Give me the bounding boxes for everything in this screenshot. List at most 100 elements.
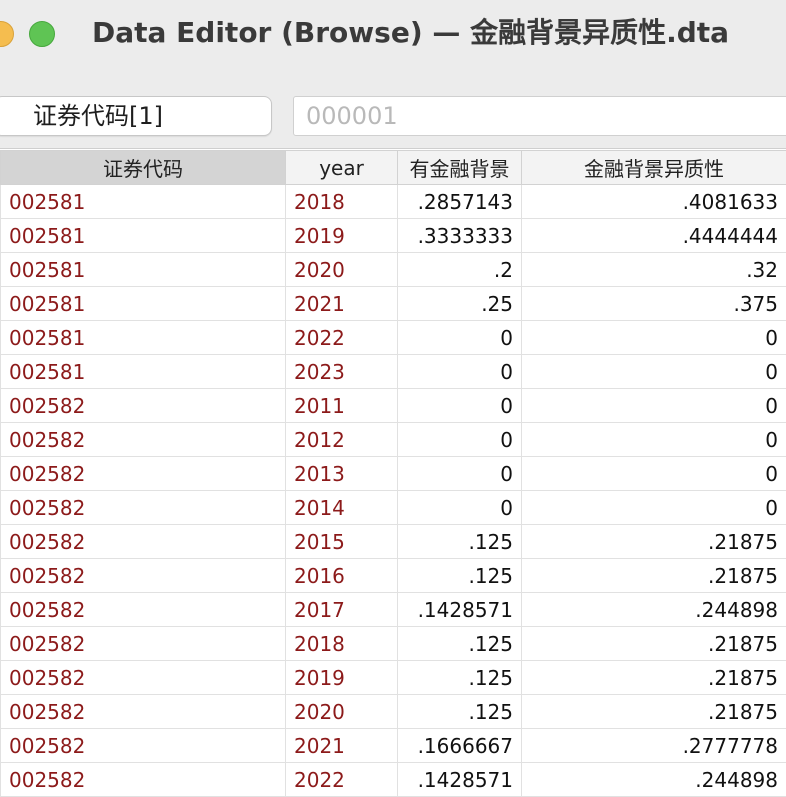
table-row[interactable]: 002581202300 <box>1 355 786 389</box>
cell-has-financial-background[interactable]: .25 <box>398 287 522 321</box>
cell-year[interactable]: 2015 <box>286 525 398 559</box>
table-row[interactable]: 002582201200 <box>1 423 786 457</box>
cell-financial-background-heterogeneity[interactable]: .4081633 <box>522 185 786 219</box>
cell-has-financial-background[interactable]: .125 <box>398 559 522 593</box>
cell-securities-code[interactable]: 002582 <box>1 525 286 559</box>
cell-year[interactable]: 2020 <box>286 695 398 729</box>
cell-year[interactable]: 2012 <box>286 423 398 457</box>
cell-securities-code[interactable]: 002582 <box>1 423 286 457</box>
cell-financial-background-heterogeneity[interactable]: .21875 <box>522 661 786 695</box>
cell-year[interactable]: 2023 <box>286 355 398 389</box>
cell-year[interactable]: 2014 <box>286 491 398 525</box>
cell-financial-background-heterogeneity[interactable]: .244898 <box>522 593 786 627</box>
table-row[interactable]: 0025822018.125.21875 <box>1 627 786 661</box>
cell-year[interactable]: 2017 <box>286 593 398 627</box>
cell-financial-background-heterogeneity[interactable]: 0 <box>522 321 786 355</box>
cell-year[interactable]: 2021 <box>286 287 398 321</box>
column-header-has-financial-background[interactable]: 有金融背景 <box>398 151 522 185</box>
cell-has-financial-background[interactable]: 0 <box>398 423 522 457</box>
cell-financial-background-heterogeneity[interactable]: 0 <box>522 389 786 423</box>
zoom-window-button[interactable] <box>29 21 55 47</box>
cell-has-financial-background[interactable]: .3333333 <box>398 219 522 253</box>
cell-securities-code[interactable]: 002582 <box>1 763 286 797</box>
cell-securities-code[interactable]: 002582 <box>1 457 286 491</box>
cell-year[interactable]: 2021 <box>286 729 398 763</box>
cell-year[interactable]: 2019 <box>286 219 398 253</box>
cell-financial-background-heterogeneity[interactable]: .32 <box>522 253 786 287</box>
cell-securities-code[interactable]: 002581 <box>1 287 286 321</box>
cell-financial-background-heterogeneity[interactable]: 0 <box>522 491 786 525</box>
variable-bar: 证券代码[1] 000001 <box>0 86 786 149</box>
cell-securities-code[interactable]: 002582 <box>1 593 286 627</box>
cell-financial-background-heterogeneity[interactable]: .4444444 <box>522 219 786 253</box>
table-row[interactable]: 0025812018.2857143.4081633 <box>1 185 786 219</box>
table-row[interactable]: 0025812020.2.32 <box>1 253 786 287</box>
cell-has-financial-background[interactable]: 0 <box>398 355 522 389</box>
cell-year[interactable]: 2022 <box>286 321 398 355</box>
cell-has-financial-background[interactable]: .125 <box>398 627 522 661</box>
cell-financial-background-heterogeneity[interactable]: .21875 <box>522 627 786 661</box>
column-header-year[interactable]: year <box>286 151 398 185</box>
cell-has-financial-background[interactable]: 0 <box>398 457 522 491</box>
cell-has-financial-background[interactable]: .1428571 <box>398 593 522 627</box>
table-row[interactable]: 0025822020.125.21875 <box>1 695 786 729</box>
cell-has-financial-background[interactable]: .125 <box>398 695 522 729</box>
minimize-window-button[interactable] <box>0 21 14 47</box>
variable-name-dropdown[interactable]: 证券代码[1] <box>0 96 272 136</box>
cell-securities-code[interactable]: 002581 <box>1 253 286 287</box>
cell-year[interactable]: 2016 <box>286 559 398 593</box>
cell-has-financial-background[interactable]: .125 <box>398 661 522 695</box>
cell-securities-code[interactable]: 002582 <box>1 559 286 593</box>
cell-securities-code[interactable]: 002581 <box>1 321 286 355</box>
cell-year[interactable]: 2013 <box>286 457 398 491</box>
table-row[interactable]: 0025822017.1428571.244898 <box>1 593 786 627</box>
cell-securities-code[interactable]: 002582 <box>1 627 286 661</box>
cell-financial-background-heterogeneity[interactable]: .244898 <box>522 763 786 797</box>
table-row[interactable]: 0025812021.25.375 <box>1 287 786 321</box>
cell-securities-code[interactable]: 002581 <box>1 185 286 219</box>
cell-year[interactable]: 2011 <box>286 389 398 423</box>
column-header-financial-background-heterogeneity[interactable]: 金融背景异质性 <box>522 151 786 185</box>
cell-securities-code[interactable]: 002581 <box>1 219 286 253</box>
cell-has-financial-background[interactable]: .2 <box>398 253 522 287</box>
cell-securities-code[interactable]: 002582 <box>1 661 286 695</box>
cell-has-financial-background[interactable]: .1666667 <box>398 729 522 763</box>
cell-financial-background-heterogeneity[interactable]: .21875 <box>522 695 786 729</box>
cell-financial-background-heterogeneity[interactable]: .21875 <box>522 559 786 593</box>
table-row[interactable]: 0025822015.125.21875 <box>1 525 786 559</box>
table-row[interactable]: 0025822021.1666667.2777778 <box>1 729 786 763</box>
cell-financial-background-heterogeneity[interactable]: .2777778 <box>522 729 786 763</box>
cell-has-financial-background[interactable]: 0 <box>398 389 522 423</box>
cell-securities-code[interactable]: 002582 <box>1 695 286 729</box>
table-row[interactable]: 0025822019.125.21875 <box>1 661 786 695</box>
cell-financial-background-heterogeneity[interactable]: 0 <box>522 423 786 457</box>
table-row[interactable]: 0025822016.125.21875 <box>1 559 786 593</box>
table-row[interactable]: 0025812019.3333333.4444444 <box>1 219 786 253</box>
table-row[interactable]: 002582201100 <box>1 389 786 423</box>
table-row[interactable]: 0025822022.1428571.244898 <box>1 763 786 797</box>
table-row[interactable]: 002581202200 <box>1 321 786 355</box>
cell-year[interactable]: 2020 <box>286 253 398 287</box>
cell-securities-code[interactable]: 002581 <box>1 355 286 389</box>
cell-financial-background-heterogeneity[interactable]: .21875 <box>522 525 786 559</box>
cell-has-financial-background[interactable]: .1428571 <box>398 763 522 797</box>
cell-has-financial-background[interactable]: 0 <box>398 491 522 525</box>
cell-year[interactable]: 2019 <box>286 661 398 695</box>
cell-year[interactable]: 2018 <box>286 185 398 219</box>
cell-financial-background-heterogeneity[interactable]: 0 <box>522 355 786 389</box>
cell-year[interactable]: 2018 <box>286 627 398 661</box>
cell-has-financial-background[interactable]: .2857143 <box>398 185 522 219</box>
cell-year[interactable]: 2022 <box>286 763 398 797</box>
column-header-securities-code[interactable]: 证券代码 <box>1 151 286 185</box>
data-grid-body: 0025812018.2857143.40816330025812019.333… <box>1 185 786 797</box>
cell-securities-code[interactable]: 002582 <box>1 389 286 423</box>
cell-has-financial-background[interactable]: .125 <box>398 525 522 559</box>
cell-securities-code[interactable]: 002582 <box>1 729 286 763</box>
cell-value-field[interactable]: 000001 <box>293 96 786 136</box>
cell-securities-code[interactable]: 002582 <box>1 491 286 525</box>
cell-financial-background-heterogeneity[interactable]: .375 <box>522 287 786 321</box>
table-row[interactable]: 002582201300 <box>1 457 786 491</box>
cell-has-financial-background[interactable]: 0 <box>398 321 522 355</box>
table-row[interactable]: 002582201400 <box>1 491 786 525</box>
cell-financial-background-heterogeneity[interactable]: 0 <box>522 457 786 491</box>
